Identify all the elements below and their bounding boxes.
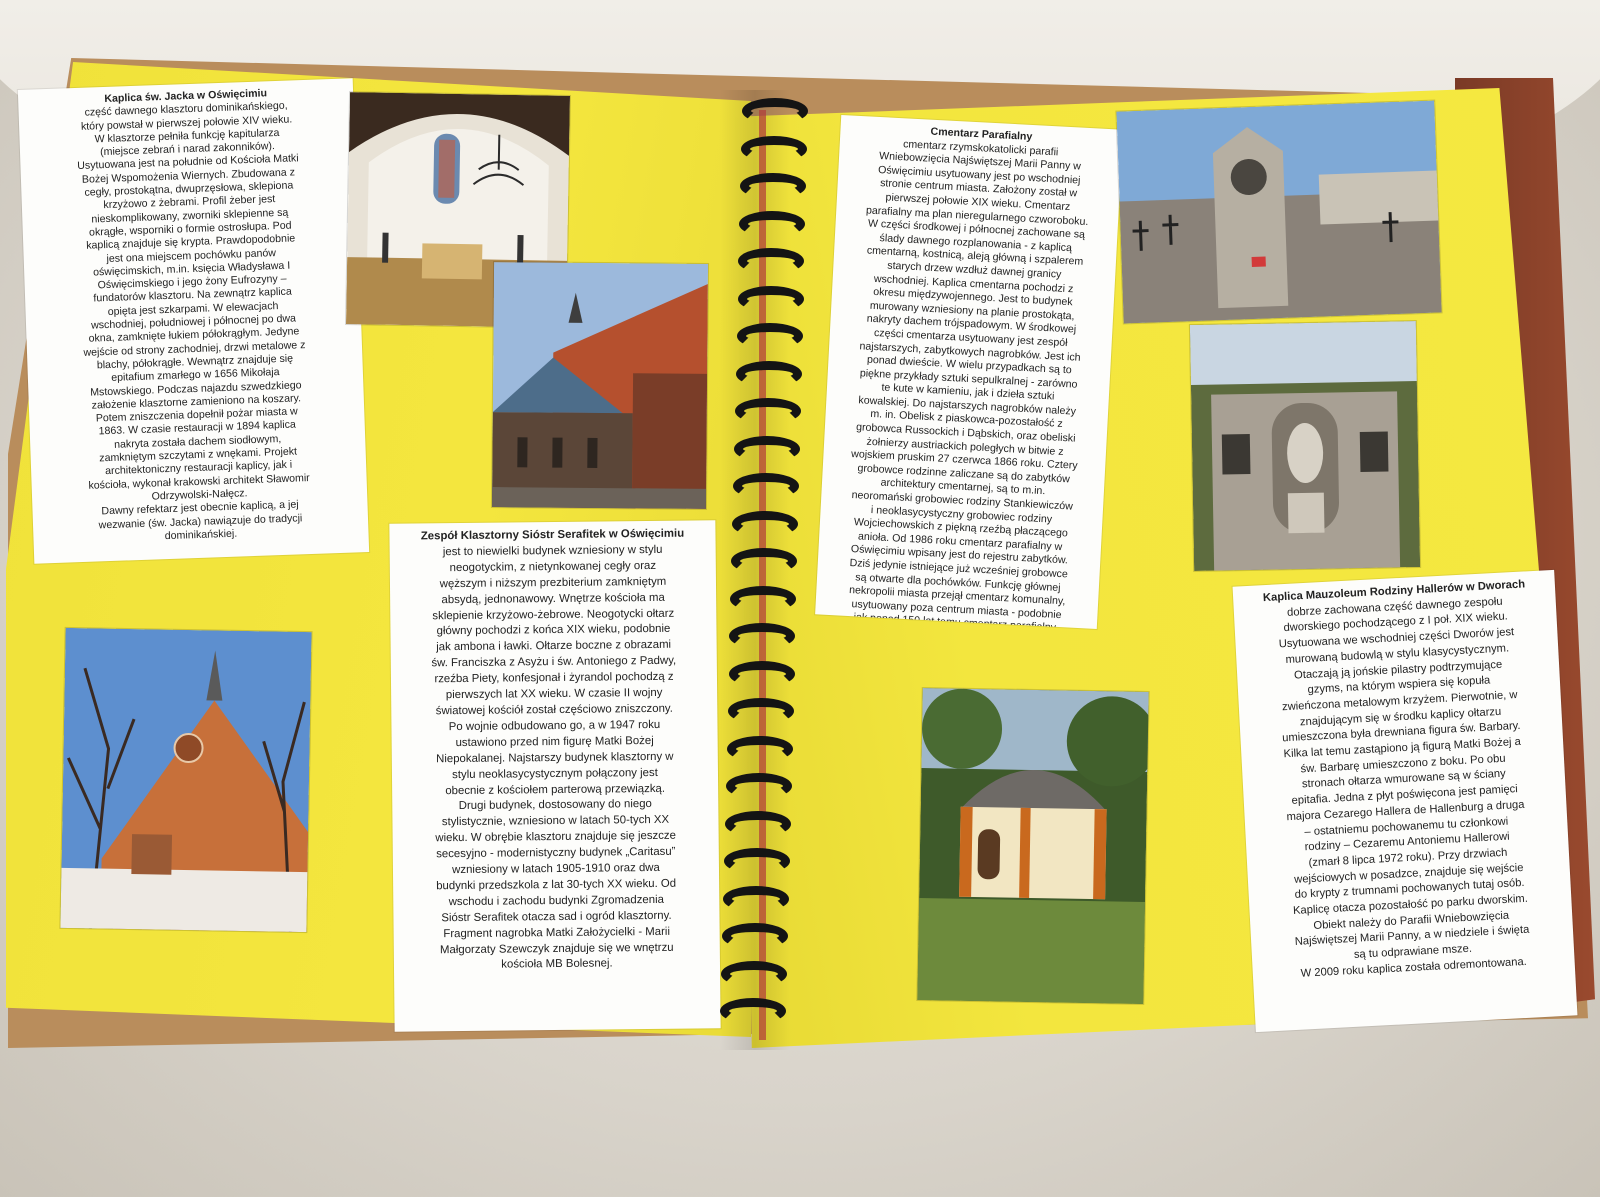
binding-ring [733,435,800,462]
binding-ring [742,98,808,124]
binding-ring [739,210,806,237]
binding-ring [728,660,795,687]
article-cmentarz-parafialny: Cmentarz Parafialny cmentarz rzymskokato… [815,114,1123,630]
binding-ring [724,848,790,874]
article-zespol-klasztorny: Zespół Klasztorny Sióstr Serafitek w Ośw… [389,520,721,1032]
binding-ring [738,248,805,274]
article-body: cmentarz rzymskokatolicki parafii Wniebo… [848,137,1089,630]
binding-ring [729,623,796,649]
binding-ring [735,360,802,387]
binding-ring [737,285,804,312]
photo-brick-church [491,262,709,509]
binding-ring [730,585,797,612]
photo-church-facade [60,627,312,933]
photo-cemetery-monument [1116,100,1442,324]
article-body: jest to niewielki budynek wzniesiony w s… [431,543,677,972]
binding-ring [724,810,791,837]
binding-ring [741,135,808,162]
article-body: dobrze zachowana część dawnego zespołu d… [1278,595,1530,980]
binding-ring [732,510,799,537]
binding-ring [720,998,787,1024]
article-kaplica-sw-jacka: Kaplica św. Jacka w Oświęcimiu część daw… [17,78,370,564]
article-body: część dawnego klasztoru dominikańskiego,… [77,99,310,542]
binding-ring [731,548,798,574]
photo-tomb-angel [1189,321,1421,571]
article-kaplica-mauzoleum-hallerow: Kaplica Mauzoleum Rodziny Hallerów w Dwo… [1232,569,1578,1033]
binding-ring [736,323,803,349]
binding-ring [725,773,792,799]
photo-mausoleum-chapel [917,688,1149,1004]
binding-ring [740,173,807,199]
binding-ring [723,885,790,912]
binding-ring [726,735,793,762]
binding-ring [733,473,799,499]
binding-ring [721,960,788,987]
binding-ring [727,698,794,724]
binding-ring [734,398,801,424]
binding-ring [722,923,789,949]
